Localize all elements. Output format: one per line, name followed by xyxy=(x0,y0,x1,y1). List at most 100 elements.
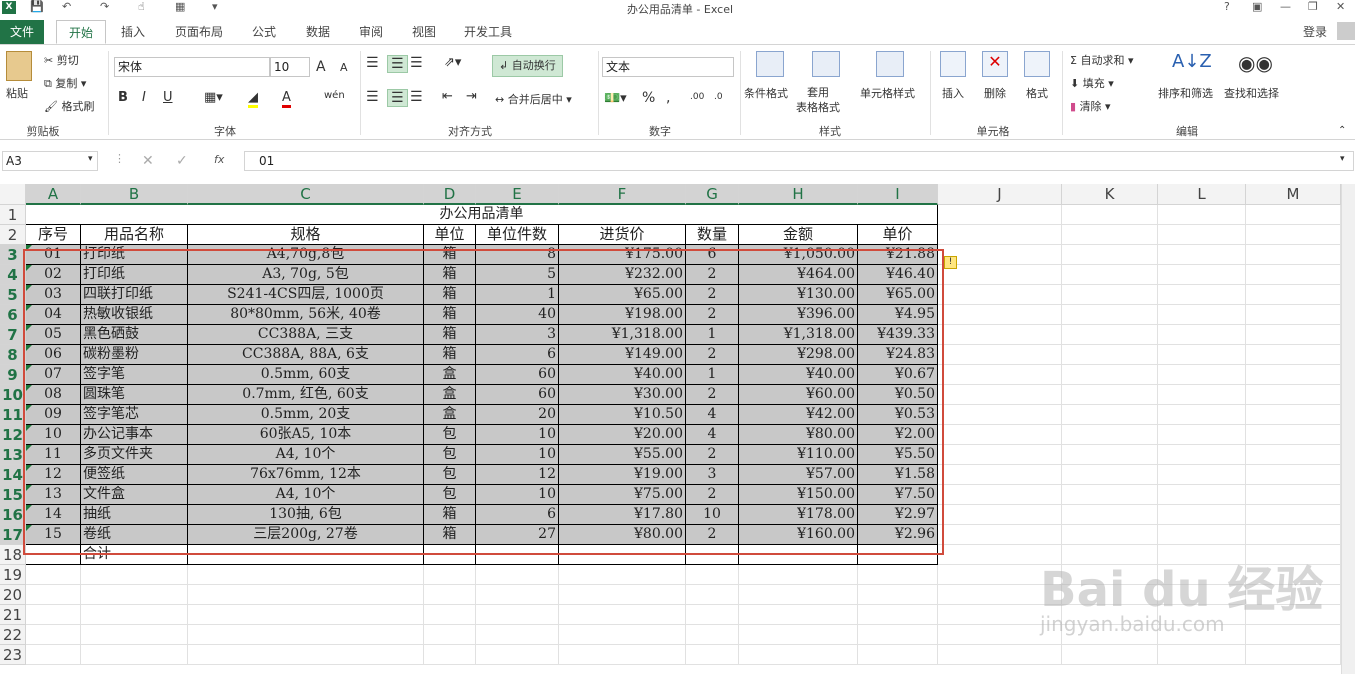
table-cell[interactable]: ¥21.88 xyxy=(858,245,938,265)
row-header-23[interactable]: 23 xyxy=(0,645,26,665)
table-cell[interactable]: 13 xyxy=(26,485,81,505)
empty-cell[interactable] xyxy=(1062,485,1158,505)
help-button[interactable]: ? xyxy=(1224,0,1230,13)
table-cell[interactable]: A4, 10个 xyxy=(188,445,424,465)
table-cell[interactable]: A4, 10个 xyxy=(188,485,424,505)
row-header-15[interactable]: 15 xyxy=(0,485,26,505)
table-cell[interactable]: 箱 xyxy=(424,305,476,325)
table-cell[interactable]: 热敏收银纸 xyxy=(81,305,188,325)
table-cell[interactable]: 2 xyxy=(686,305,739,325)
close-button[interactable]: ✕ xyxy=(1336,0,1345,13)
empty-cell[interactable] xyxy=(1246,645,1341,665)
empty-cell[interactable] xyxy=(424,585,476,605)
table-cell[interactable]: 箱 xyxy=(424,265,476,285)
empty-cell[interactable] xyxy=(1062,245,1158,265)
table-cell[interactable]: ¥30.00 xyxy=(559,385,686,405)
empty-cell[interactable] xyxy=(188,645,424,665)
table-cell[interactable]: ¥1,050.00 xyxy=(739,245,858,265)
format-painter-button[interactable]: 🖌 格式刷 xyxy=(44,98,94,114)
table-cell[interactable]: 文件盒 xyxy=(81,485,188,505)
row-header-13[interactable]: 13 xyxy=(0,445,26,465)
empty-cell[interactable] xyxy=(938,465,1062,485)
row-header-6[interactable]: 6 xyxy=(0,305,26,325)
row-header-21[interactable]: 21 xyxy=(0,605,26,625)
table-cell[interactable]: 20 xyxy=(476,405,559,425)
empty-cell[interactable] xyxy=(188,585,424,605)
redo-icon[interactable]: ↷ xyxy=(100,0,109,13)
empty-cell[interactable] xyxy=(739,585,858,605)
table-cell[interactable]: 6 xyxy=(686,245,739,265)
total-row-cell[interactable] xyxy=(858,545,938,565)
table-cell[interactable]: ¥178.00 xyxy=(739,505,858,525)
delete-cells-button[interactable]: 删除 xyxy=(984,85,1006,101)
empty-cell[interactable] xyxy=(858,585,938,605)
enter-icon[interactable]: ✓ xyxy=(176,153,188,169)
table-cell[interactable]: ¥150.00 xyxy=(739,485,858,505)
row-header-7[interactable]: 7 xyxy=(0,325,26,345)
table-cell[interactable]: ¥80.00 xyxy=(559,525,686,545)
touch-mode-icon[interactable]: ☝ xyxy=(138,0,145,13)
increase-decimal-icon[interactable]: .00 xyxy=(690,92,704,102)
tab-formulas[interactable]: 公式 xyxy=(242,20,286,44)
empty-cell[interactable] xyxy=(858,605,938,625)
table-cell[interactable]: 60张A5, 10本 xyxy=(188,425,424,445)
tab-file[interactable]: 文件 xyxy=(0,20,44,44)
table-cell[interactable]: ¥396.00 xyxy=(739,305,858,325)
table-cell[interactable]: 10 xyxy=(26,425,81,445)
empty-cell[interactable] xyxy=(1062,465,1158,485)
empty-cell[interactable] xyxy=(559,625,686,645)
empty-cell[interactable] xyxy=(1246,405,1341,425)
empty-cell[interactable] xyxy=(739,605,858,625)
table-format-button[interactable]: 套用 表格格式 xyxy=(796,85,840,115)
empty-cell[interactable] xyxy=(1158,525,1246,545)
empty-cell[interactable] xyxy=(424,645,476,665)
column-header-f[interactable]: F xyxy=(559,184,686,205)
empty-cell[interactable] xyxy=(686,565,739,585)
table-cell[interactable]: ¥1.58 xyxy=(858,465,938,485)
table-cell[interactable]: 盒 xyxy=(424,405,476,425)
underline-button[interactable]: U xyxy=(163,90,173,105)
column-header-e[interactable]: E xyxy=(476,184,559,205)
table-cell[interactable]: ¥40.00 xyxy=(559,365,686,385)
table-header-cell[interactable]: 单价 xyxy=(858,225,938,245)
table-cell[interactable]: 8 xyxy=(476,245,559,265)
clear-button[interactable]: ▮ 清除 ▾ xyxy=(1070,98,1111,114)
sheet-title[interactable]: 办公用品清单 xyxy=(26,205,938,225)
paste-button[interactable]: 粘贴 xyxy=(6,85,28,101)
empty-cell[interactable] xyxy=(1158,445,1246,465)
empty-cell[interactable] xyxy=(26,585,81,605)
table-cell[interactable]: ¥80.00 xyxy=(739,425,858,445)
empty-cell[interactable] xyxy=(1062,645,1158,665)
empty-cell[interactable] xyxy=(188,625,424,645)
table-cell[interactable]: ¥1,318.00 xyxy=(559,325,686,345)
table-cell[interactable]: ¥40.00 xyxy=(739,365,858,385)
minimize-button[interactable]: — xyxy=(1280,0,1291,13)
avatar[interactable] xyxy=(1337,22,1355,40)
table-cell[interactable]: ¥20.00 xyxy=(559,425,686,445)
table-cell[interactable]: 箱 xyxy=(424,505,476,525)
empty-cell[interactable] xyxy=(81,585,188,605)
row-header-8[interactable]: 8 xyxy=(0,345,26,365)
table-header-cell[interactable]: 用品名称 xyxy=(81,225,188,245)
table-cell[interactable]: ¥60.00 xyxy=(739,385,858,405)
total-row-cell[interactable] xyxy=(424,545,476,565)
empty-cell[interactable] xyxy=(1158,505,1246,525)
empty-cell[interactable] xyxy=(1062,285,1158,305)
empty-cell[interactable] xyxy=(1062,385,1158,405)
table-cell[interactable]: 2 xyxy=(686,265,739,285)
empty-cell[interactable] xyxy=(1062,405,1158,425)
empty-cell[interactable] xyxy=(26,565,81,585)
column-header-k[interactable]: K xyxy=(1062,184,1158,205)
table-header-cell[interactable]: 规格 xyxy=(188,225,424,245)
table-cell[interactable]: 卷纸 xyxy=(81,525,188,545)
table-cell[interactable]: 08 xyxy=(26,385,81,405)
table-cell[interactable]: 05 xyxy=(26,325,81,345)
column-header-g[interactable]: G xyxy=(686,184,739,205)
table-cell[interactable]: 签字笔芯 xyxy=(81,405,188,425)
decrease-indent-icon[interactable]: ⇤ xyxy=(442,89,453,104)
table-cell[interactable]: 02 xyxy=(26,265,81,285)
table-cell[interactable]: 60 xyxy=(476,365,559,385)
table-cell[interactable]: ¥232.00 xyxy=(559,265,686,285)
align-top-icon[interactable]: ☰ xyxy=(366,55,379,71)
table-cell[interactable]: 06 xyxy=(26,345,81,365)
